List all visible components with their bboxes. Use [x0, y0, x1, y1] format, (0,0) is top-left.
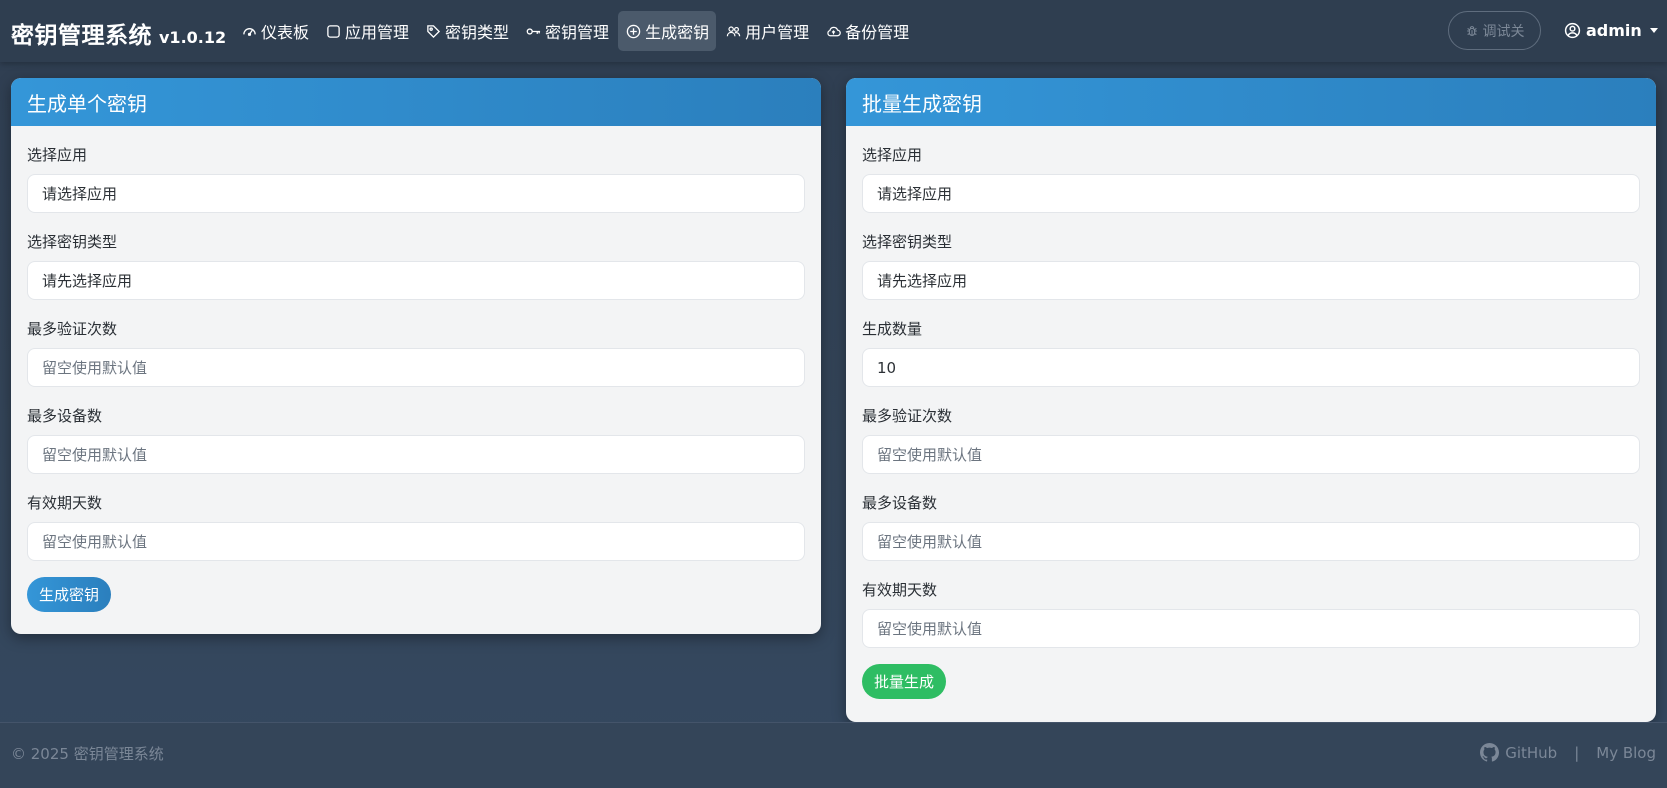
brand[interactable]: 密钥管理系统 v1.0.12 — [11, 16, 226, 50]
debug-toggle-button[interactable]: 调试关 — [1448, 11, 1541, 50]
single-max-devices-input[interactable]: 留空使用默认值 — [27, 435, 805, 474]
user-circle-icon — [1564, 22, 1581, 39]
single-type-select[interactable]: 请先选择应用 — [27, 261, 805, 300]
batch-app-select[interactable]: 请选择应用 — [862, 174, 1640, 213]
footer-separator: | — [1574, 743, 1580, 762]
brand-title: 密钥管理系统 — [11, 23, 152, 49]
plus-circle-icon — [625, 23, 641, 39]
nav-item-label: 应用管理 — [345, 23, 410, 42]
key-icon — [525, 23, 541, 39]
nav-item-label: 备份管理 — [845, 23, 910, 42]
batch-key-card: 批量生成密钥 选择应用 请选择应用 选择密钥类型 请先选择应用 生成数量 10 … — [846, 78, 1656, 722]
square-icon — [325, 23, 341, 39]
brand-version: v1.0.12 — [159, 28, 227, 47]
single-valid-days-label: 有效期天数 — [27, 494, 103, 512]
tag-icon — [425, 23, 441, 39]
batch-type-label: 选择密钥类型 — [862, 233, 953, 251]
batch-count-input[interactable]: 10 — [862, 348, 1640, 387]
generate-key-button[interactable]: 生成密钥 — [27, 577, 112, 612]
nav-item-label: 密钥管理 — [545, 23, 610, 42]
github-icon — [1480, 743, 1500, 762]
user-menu-dropdown[interactable]: admin — [1564, 21, 1658, 40]
batch-count-label: 生成数量 — [862, 320, 923, 338]
page-footer: © 2025 密钥管理系统 GitHub | My Blog — [0, 722, 1667, 788]
batch-app-label: 选择应用 — [862, 146, 923, 164]
nav-item-label: 仪表板 — [261, 23, 310, 42]
bug-icon — [1466, 25, 1477, 36]
nav-item-generate-keys[interactable]: 生成密钥 — [618, 11, 717, 51]
chevron-down-icon — [1649, 28, 1658, 33]
batch-max-verify-label: 最多验证次数 — [862, 407, 953, 425]
github-link[interactable]: GitHub — [1480, 743, 1557, 762]
user-name: admin — [1586, 21, 1642, 40]
single-max-verify-label: 最多验证次数 — [27, 320, 118, 338]
nav-item-apps[interactable]: 应用管理 — [318, 11, 416, 51]
single-app-label: 选择应用 — [27, 146, 88, 164]
top-navbar: 密钥管理系统 v1.0.12 仪表板 应用管理 密钥类型 密钥管理 生成密钥 用… — [0, 0, 1667, 62]
cloud-upload-icon — [825, 23, 841, 39]
batch-max-devices-input[interactable]: 留空使用默认值 — [862, 522, 1640, 561]
blog-link[interactable]: My Blog — [1596, 744, 1656, 762]
single-type-label: 选择密钥类型 — [27, 233, 118, 251]
footer-links: GitHub | My Blog — [1480, 743, 1656, 762]
batch-type-select[interactable]: 请先选择应用 — [862, 261, 1640, 300]
batch-max-verify-input[interactable]: 留空使用默认值 — [862, 435, 1640, 474]
debug-toggle-label: 调试关 — [1482, 23, 1525, 40]
copyright-text: © 2025 密钥管理系统 — [11, 745, 164, 763]
nav-item-dashboard[interactable]: 仪表板 — [234, 11, 316, 51]
batch-valid-days-label: 有效期天数 — [862, 581, 938, 599]
single-max-devices-label: 最多设备数 — [27, 407, 103, 425]
nav-menu: 仪表板 应用管理 密钥类型 密钥管理 生成密钥 用户管理 备份管理 — [234, 11, 918, 51]
batch-max-devices-label: 最多设备数 — [862, 494, 938, 512]
single-valid-days-input[interactable]: 留空使用默认值 — [27, 522, 805, 561]
nav-item-label: 密钥类型 — [445, 23, 510, 42]
single-key-card-title: 生成单个密钥 — [11, 78, 821, 126]
github-label: GitHub — [1505, 743, 1558, 762]
nav-item-label: 用户管理 — [745, 23, 810, 42]
nav-item-backups[interactable]: 备份管理 — [818, 11, 916, 51]
batch-generate-button[interactable]: 批量生成 — [862, 664, 947, 699]
speedometer-icon — [241, 23, 257, 39]
single-key-card: 生成单个密钥 选择应用 请选择应用 选择密钥类型 请先选择应用 最多验证次数 留… — [11, 78, 821, 634]
nav-item-keys[interactable]: 密钥管理 — [518, 11, 616, 51]
batch-key-card-title: 批量生成密钥 — [846, 78, 1656, 126]
single-app-select[interactable]: 请选择应用 — [27, 174, 805, 213]
people-icon — [725, 23, 741, 39]
nav-item-key-types[interactable]: 密钥类型 — [418, 11, 516, 51]
single-max-verify-input[interactable]: 留空使用默认值 — [27, 348, 805, 387]
nav-item-users[interactable]: 用户管理 — [718, 11, 816, 51]
nav-item-label: 生成密钥 — [645, 23, 710, 42]
batch-valid-days-input[interactable]: 留空使用默认值 — [862, 609, 1640, 648]
